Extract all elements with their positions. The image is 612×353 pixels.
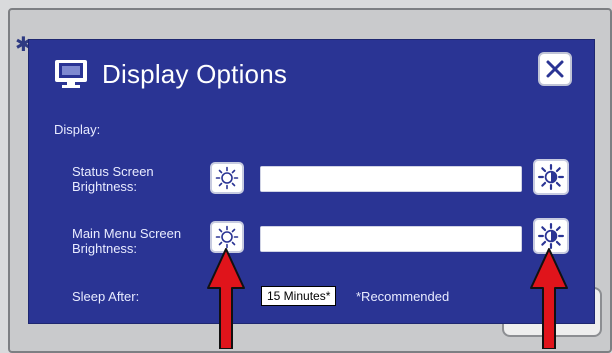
recommended-note: *Recommended	[356, 289, 450, 304]
main-menu-brightness-level	[261, 227, 521, 251]
section-label-display: Display:	[54, 122, 101, 137]
close-icon	[546, 60, 564, 78]
sleep-after-select[interactable]: 15 Minutes*	[261, 286, 337, 306]
main-menu-brightness-slider[interactable]	[260, 226, 522, 252]
display-options-dialog: Display Options Display: Status Screen B…	[28, 39, 595, 324]
sleep-after-label: Sleep After:	[72, 289, 140, 304]
arrow-annotation-right	[530, 248, 568, 349]
status-brightness-increase-button[interactable]	[533, 159, 569, 195]
status-brightness-level	[261, 167, 521, 191]
status-brightness-decrease-button[interactable]	[210, 162, 244, 194]
sun-bright-icon	[538, 223, 564, 249]
close-button[interactable]	[538, 52, 572, 86]
main-menu-brightness-label: Main Menu Screen Brightness:	[72, 226, 182, 256]
sun-bright-icon	[538, 164, 564, 190]
arrow-annotation-left	[207, 248, 245, 349]
status-brightness-slider[interactable]	[260, 166, 522, 192]
dialog-title: Display Options	[102, 58, 288, 89]
sun-dim-icon	[215, 166, 239, 190]
sun-dim-icon	[215, 225, 239, 249]
dialog-header: Display Options	[54, 58, 287, 90]
status-brightness-label: Status Screen Brightness:	[72, 164, 154, 194]
monitor-icon	[55, 60, 87, 88]
